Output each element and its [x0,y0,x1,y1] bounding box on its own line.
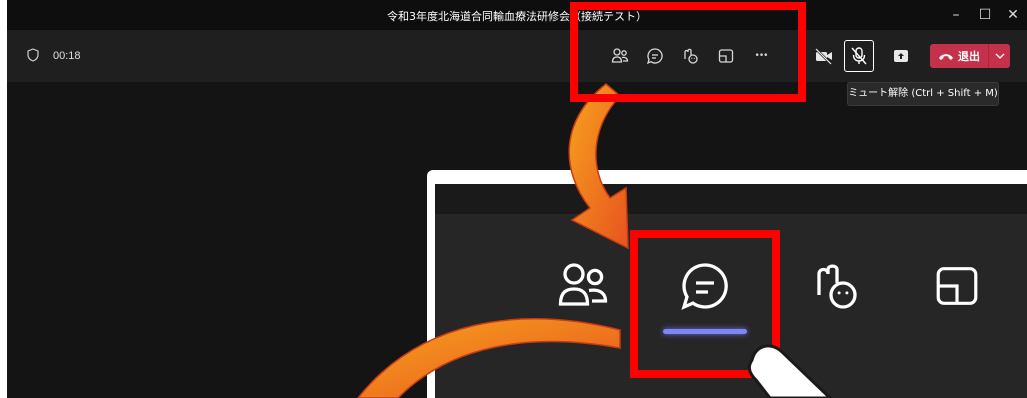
raise-hand-icon [802,254,866,318]
zoomed-toolbar-topbar [435,184,1027,214]
active-tab-underline [663,329,747,334]
share-tray-icon[interactable] [712,42,740,70]
raise-hand-icon[interactable] [676,42,704,70]
leave-label: 退出 [958,50,980,63]
close-button[interactable]: ✕ [1001,6,1025,24]
unmute-tooltip: ミュート解除 (Ctrl + Shift + M) [847,82,999,106]
hang-up-icon [938,47,954,66]
chat-icon [673,254,737,318]
share-content-icon[interactable] [887,42,915,70]
participants-icon [551,254,615,318]
minimize-button[interactable]: – [944,6,968,24]
share-tray-icon [925,254,989,318]
chat-icon[interactable] [641,42,669,70]
meeting-toolbar: 00:18 ••• 退出 [7,30,1027,82]
camera-off-icon[interactable] [810,42,838,70]
shield-icon [27,47,39,66]
zoom-callout [427,170,1027,398]
zoomed-toolbar [435,184,1027,398]
timer-text: 00:18 [53,50,81,62]
title-bar: 令和3年度北海道合同輸血療法研修会（接続テスト） – ☐ ✕ [7,0,1027,30]
leave-button: 退出 [930,44,1010,68]
chevron-down-icon[interactable] [989,44,1010,68]
window-title: 令和3年度北海道合同輸血療法研修会（接続テスト） [387,10,647,23]
mic-muted-icon[interactable] [844,40,874,72]
leave-main-button[interactable]: 退出 [930,44,988,68]
participants-icon[interactable] [606,42,634,70]
more-options-icon[interactable]: ••• [747,42,775,70]
meeting-timer: 00:18 [27,46,81,66]
maximize-button[interactable]: ☐ [973,6,997,24]
